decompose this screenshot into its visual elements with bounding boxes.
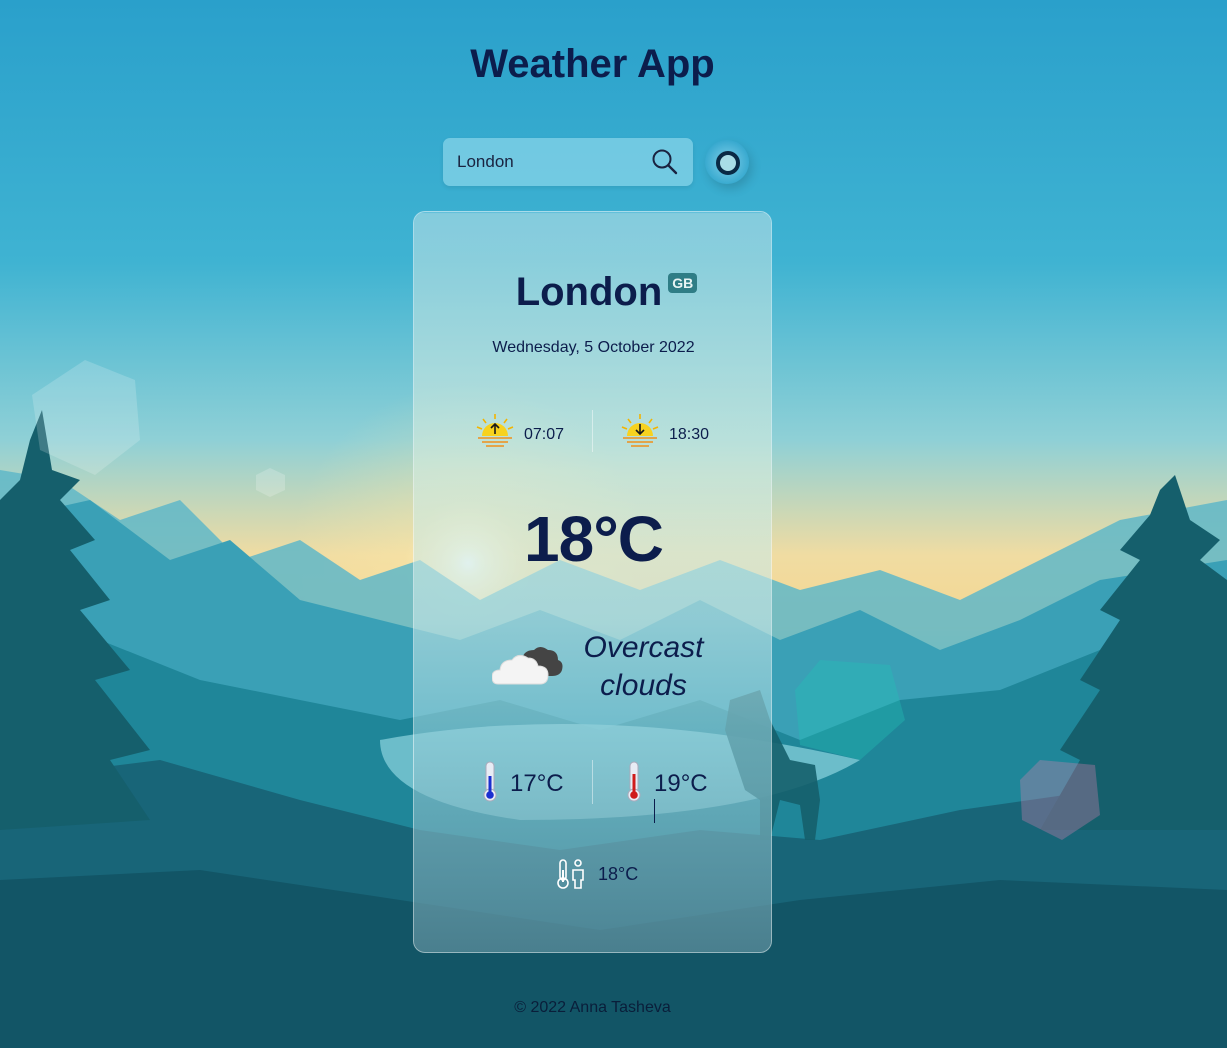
feels-like-row: 18°C: [414, 856, 771, 890]
feels-like-icon: [557, 859, 584, 889]
text-caret: [654, 799, 655, 823]
sunset-icon: [621, 414, 659, 447]
search-input[interactable]: [443, 138, 643, 186]
sunrise-icon: [476, 414, 514, 447]
app-title: Weather App: [470, 42, 715, 86]
weather-card: London GB Wednesday, 5 October 2022 07:0…: [413, 211, 772, 953]
condition-line-1: Overcast: [583, 631, 704, 664]
condition-line-2: clouds: [600, 669, 687, 702]
thermometer-hot-icon: [627, 761, 641, 802]
search-icon: [652, 149, 678, 175]
weather-app-page: Weather App London London GB Wednesday, …: [0, 0, 1227, 1048]
city-name: London: [515, 270, 663, 314]
date-text: Wednesday, 5 October 2022: [492, 339, 695, 356]
footer-credit: © 2022 Anna Tasheva: [514, 999, 671, 1016]
sunset-time: 18:30: [669, 426, 710, 443]
sun-divider: [592, 410, 593, 452]
search-box: [443, 138, 693, 186]
thermometer-cold-icon: [483, 761, 497, 802]
min-max-row: 17°C 19°C: [414, 760, 771, 823]
min-max-divider: [592, 760, 593, 804]
overcast-clouds-icon: [492, 647, 563, 685]
city-heading: London GB: [414, 270, 771, 315]
sun-times-row: 07:07 18:30: [414, 410, 771, 452]
search-button[interactable]: [650, 147, 680, 177]
location-icon: [716, 151, 740, 175]
card-glass-overlay: [414, 213, 771, 951]
max-temperature: 19°C: [654, 770, 708, 826]
sunrise-time: 07:07: [524, 426, 565, 443]
current-temperature: 18°C: [524, 503, 664, 575]
min-temperature: 17°C: [510, 770, 564, 797]
country-badge: GB: [668, 273, 698, 293]
weather-condition: Overcast clouds: [566, 629, 721, 705]
feels-like-temperature: 18°C: [598, 864, 639, 884]
max-temperature-value: 19°C: [654, 770, 708, 797]
current-location-button[interactable]: [705, 140, 749, 184]
